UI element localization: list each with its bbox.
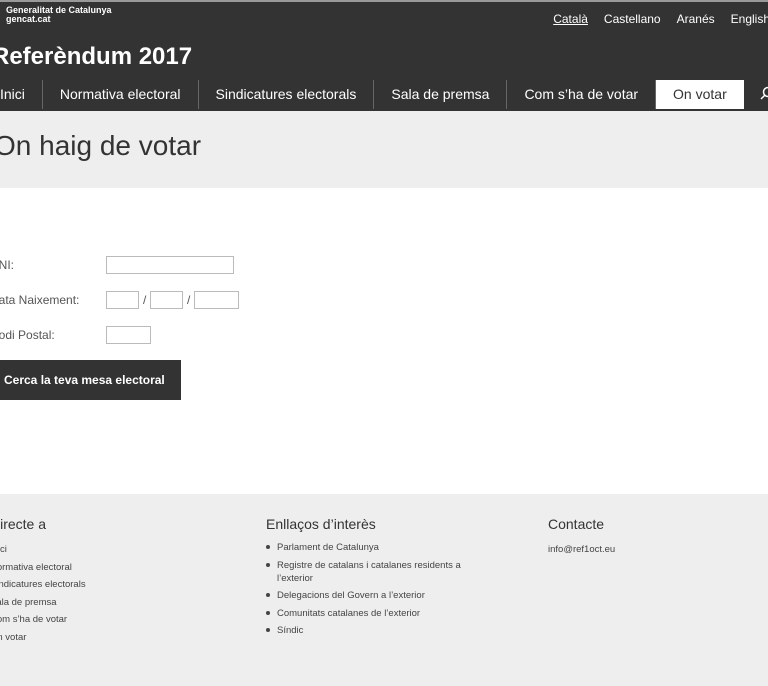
postal-code-input[interactable] bbox=[106, 326, 151, 344]
bullet-icon bbox=[266, 628, 270, 632]
footer-link-sindicatures[interactable]: Sindicatures electorals bbox=[0, 576, 86, 594]
nav-item-on-votar[interactable]: On votar bbox=[656, 80, 744, 109]
page-title: On haig de votar bbox=[0, 130, 202, 161]
footer-direct-title: Directe a bbox=[0, 516, 47, 532]
nav-item-inici[interactable]: Inici bbox=[0, 80, 43, 109]
dob-separator: / bbox=[187, 293, 191, 307]
lang-castellano[interactable]: Castellano bbox=[604, 12, 661, 26]
postal-code-label: Codi Postal: bbox=[0, 328, 55, 342]
dob-year-input[interactable] bbox=[194, 291, 239, 309]
nav-item-normativa[interactable]: Normativa electoral bbox=[43, 80, 199, 109]
page-heading-band: On haig de votar bbox=[0, 111, 768, 188]
top-divider bbox=[0, 0, 768, 2]
footer-link-parlament[interactable]: Parlament de Catalunya bbox=[266, 541, 486, 554]
footer-interest-title: Enllaços d’interès bbox=[266, 516, 376, 532]
bullet-icon bbox=[266, 562, 270, 567]
footer-link-com-votar[interactable]: Com s’ha de votar bbox=[0, 611, 86, 629]
footer-link-sindic[interactable]: Síndic bbox=[266, 624, 486, 637]
bullet-icon bbox=[266, 545, 270, 549]
lang-aranes[interactable]: Aranés bbox=[677, 12, 715, 26]
lang-english[interactable]: English bbox=[731, 12, 768, 26]
dob-label: Data Naixement: bbox=[0, 293, 80, 307]
language-selector: Català Castellano Aranés English bbox=[553, 12, 768, 26]
search-polling-station-button[interactable]: Cerca la teva mesa electoral bbox=[0, 360, 181, 400]
footer-contact-title: Contacte bbox=[548, 516, 605, 532]
nav-item-com-votar[interactable]: Com s’ha de votar bbox=[507, 80, 657, 109]
site-footer: Directe a Inici Normativa electoral Sind… bbox=[0, 494, 768, 686]
nav-item-sindicatures[interactable]: Sindicatures electorals bbox=[199, 80, 375, 109]
footer-contact: Contacte info@ref1oct.eu bbox=[548, 516, 615, 559]
site-header: Generalitat de Catalunya gencat.cat Cata… bbox=[0, 0, 768, 111]
footer-link-inici[interactable]: Inici bbox=[0, 541, 86, 559]
logo-line-2: gencat.cat bbox=[6, 14, 51, 24]
dni-input[interactable] bbox=[106, 256, 234, 274]
contact-email-link[interactable]: info@ref1oct.eu bbox=[548, 541, 615, 559]
dob-month-input[interactable] bbox=[150, 291, 183, 309]
site-title[interactable]: Referèndum 2017 bbox=[0, 43, 192, 71]
footer-direct-links: Directe a Inici Normativa electoral Sind… bbox=[0, 516, 86, 646]
search-icon[interactable] bbox=[760, 86, 768, 100]
dob-separator: / bbox=[143, 293, 147, 307]
lang-catala[interactable]: Català bbox=[553, 12, 588, 26]
footer-link-comunitats[interactable]: Comunitats catalanes de l’exterior bbox=[266, 607, 486, 620]
bullet-icon bbox=[266, 610, 270, 615]
dni-label: DNI: bbox=[0, 258, 14, 272]
main-nav: Inici Normativa electoral Sindicatures e… bbox=[0, 80, 744, 109]
footer-link-premsa[interactable]: Sala de premsa bbox=[0, 594, 86, 612]
footer-interest-links: Enllaços d’interès Parlament de Cataluny… bbox=[266, 516, 486, 642]
footer-link-delegacions[interactable]: Delegacions del Govern a l’exterior bbox=[266, 589, 486, 602]
footer-link-on-votar[interactable]: On votar bbox=[0, 629, 86, 647]
bullet-icon bbox=[266, 593, 270, 597]
footer-link-normativa[interactable]: Normativa electoral bbox=[0, 559, 86, 577]
gencat-logo[interactable]: Generalitat de Catalunya gencat.cat bbox=[0, 6, 124, 28]
dob-day-input[interactable] bbox=[106, 291, 139, 309]
footer-link-registre[interactable]: Registre de catalans i catalanes residen… bbox=[266, 559, 486, 585]
nav-item-premsa[interactable]: Sala de premsa bbox=[374, 80, 508, 109]
